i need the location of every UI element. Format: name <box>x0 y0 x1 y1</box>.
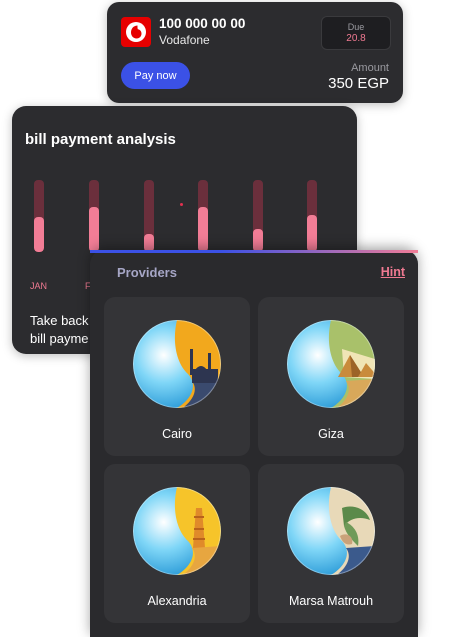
bar-fill <box>34 217 44 252</box>
due-label: Due <box>347 22 365 32</box>
provider-tile-alexandria[interactable]: Alexandria <box>104 464 250 623</box>
vodafone-logo-icon <box>121 17 151 47</box>
bar-track <box>34 180 44 252</box>
provider-tile-marsa-matrouh[interactable]: Marsa Matrouh <box>258 464 404 623</box>
provider-name: Giza <box>318 427 344 441</box>
amount-value: 350 EGP <box>328 75 389 92</box>
bar-fill <box>89 207 99 252</box>
due-value: 20.8 <box>346 33 366 44</box>
providers-title: Providers <box>117 265 177 280</box>
alexandria-lighthouse-emblem-icon <box>133 487 221 575</box>
bar-track <box>89 180 99 252</box>
bar-fill <box>253 228 263 252</box>
bill-phone-number: 100 000 00 00 <box>159 16 246 31</box>
marsa-matrouh-emblem-icon <box>287 487 375 575</box>
provider-tile-giza[interactable]: Giza <box>258 297 404 456</box>
pay-now-button[interactable]: Pay now <box>121 62 190 89</box>
amount-label: Amount <box>351 62 389 74</box>
bill-card: 100 000 00 00 Vodafone Due 20.8 Pay now … <box>107 2 403 103</box>
providers-panel: Providers Hint Cairo Giza Alexandria Mar… <box>90 250 418 637</box>
bar-track <box>307 180 317 252</box>
bar-track <box>253 180 263 252</box>
due-badge: Due 20.8 <box>321 16 391 50</box>
provider-tile-cairo[interactable]: Cairo <box>104 297 250 456</box>
bill-provider-name: Vodafone <box>159 33 210 47</box>
analysis-title: bill payment analysis <box>25 131 176 148</box>
month-label: JAN <box>30 281 48 291</box>
provider-name: Alexandria <box>147 594 207 608</box>
bar-fill <box>307 214 317 252</box>
bar-track <box>144 180 154 252</box>
giza-pyramids-emblem-icon <box>287 320 375 408</box>
hint-link[interactable]: Hint <box>381 265 405 279</box>
bar-track <box>198 180 208 252</box>
provider-name: Cairo <box>162 427 192 441</box>
chart-marker-dot <box>180 203 183 206</box>
cairo-mosque-emblem-icon <box>133 320 221 408</box>
provider-name: Marsa Matrouh <box>288 594 374 608</box>
bar-fill <box>198 207 208 252</box>
